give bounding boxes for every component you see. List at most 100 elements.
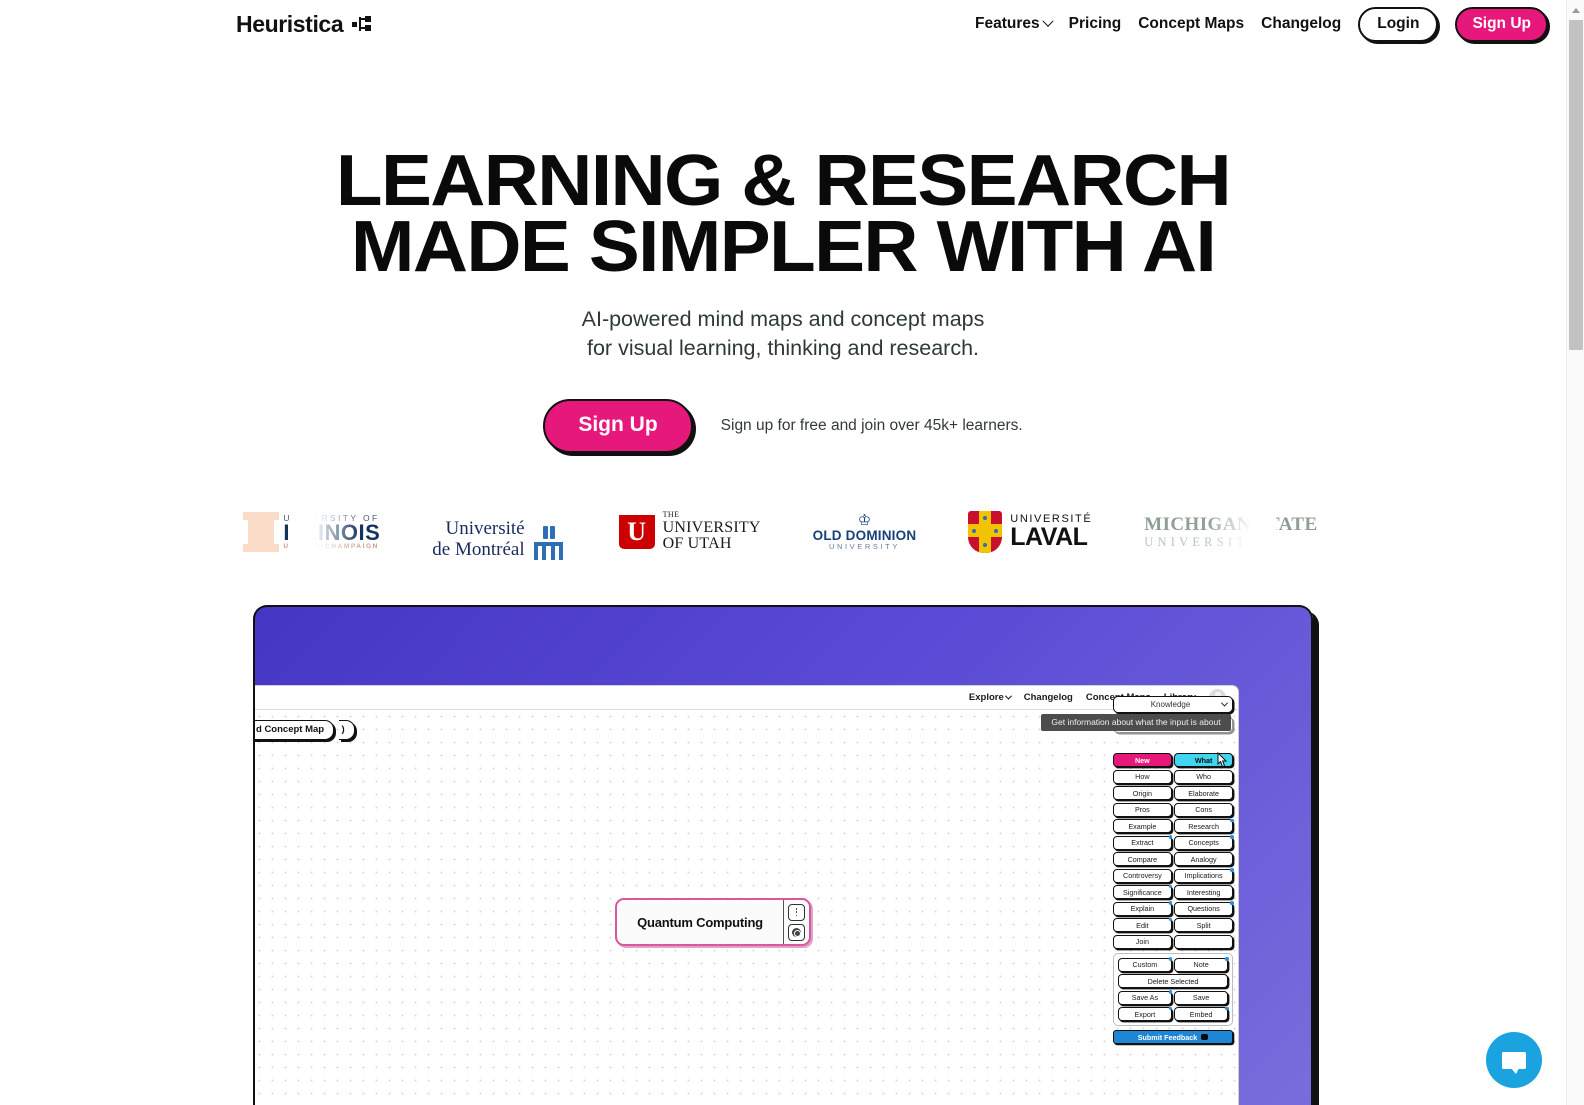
tool-button-explain[interactable]: Explain — [1113, 901, 1173, 916]
group-button-note[interactable]: Note — [1174, 957, 1229, 972]
knowledge-select[interactable]: Knowledge — [1113, 696, 1233, 714]
tool-button-label: Interesting — [1186, 887, 1221, 897]
tool-button-label: What — [1194, 755, 1213, 765]
node-menu-icon[interactable] — [788, 903, 805, 921]
tool-button-label: Save — [1192, 993, 1210, 1003]
tool-button-research[interactable]: Research — [1174, 818, 1234, 834]
tool-button-label: Controversy — [1123, 871, 1162, 881]
mouse-cursor-icon — [1217, 752, 1228, 768]
tool-button-pros[interactable]: Pros — [1113, 802, 1172, 817]
tool-button-compare[interactable]: Compare — [1113, 852, 1172, 867]
login-button[interactable]: Login — [1358, 6, 1439, 42]
tool-button-label: Compare — [1127, 854, 1158, 864]
tool-button-label: Significance — [1122, 887, 1162, 897]
nav-item-changelog[interactable]: Changelog — [1261, 15, 1341, 33]
tool-button-implications[interactable]: Implications — [1174, 868, 1234, 883]
premium-dot-icon — [1168, 1006, 1173, 1011]
group-button-delete-selected[interactable]: Delete Selected — [1118, 974, 1228, 989]
tool-button-elaborate[interactable]: Elaborate — [1174, 786, 1233, 801]
concept-node-quantum-computing[interactable]: Quantum Computing — [615, 898, 811, 947]
chevron-down-icon — [1042, 15, 1054, 27]
node-graph-icon — [352, 15, 372, 32]
tool-button-label: Embed — [1189, 1009, 1213, 1019]
submit-feedback-button[interactable]: Submit Feedback — [1113, 1030, 1233, 1045]
logo-universite-de-montreal: Université de Montréal — [432, 504, 567, 561]
scrollbar-up-arrow[interactable] — [1567, 2, 1584, 18]
tool-button-significance[interactable]: Significance — [1113, 884, 1173, 900]
tool-button-label: Delete Selected — [1147, 976, 1199, 986]
tool-button-label: Questions — [1187, 904, 1220, 914]
group-button-custom[interactable]: Custom — [1118, 957, 1173, 972]
app-nav-item-explore[interactable]: Explore — [968, 692, 1012, 704]
tool-button-new[interactable]: New — [1113, 753, 1172, 768]
tool-button-cons[interactable]: Cons — [1174, 802, 1233, 817]
tool-button-label: Origin — [1132, 788, 1152, 798]
signup-button-nav[interactable]: Sign Up — [1455, 6, 1548, 42]
tool-button-how[interactable]: How — [1113, 769, 1172, 784]
concept-map-canvas[interactable]: d Concept Map ) Quantum Computing Knowle… — [255, 696, 1238, 1105]
tool-button-label: Save As — [1131, 993, 1159, 1003]
montreal-crest-icon — [531, 526, 567, 561]
group-button-save-as[interactable]: Save As — [1118, 990, 1173, 1005]
tool-button-interesting[interactable]: Interesting — [1174, 885, 1233, 900]
concept-node-tools — [783, 900, 809, 945]
tool-button-join[interactable]: Join — [1113, 934, 1172, 949]
tool-button-empty-23 — [1174, 934, 1233, 949]
page-scrollbar[interactable] — [1566, 0, 1584, 1105]
hero-subtitle-line2: for visual learning, thinking and resear… — [587, 335, 979, 360]
michigan-state-line1: MICHIGAN STATE — [1144, 513, 1318, 535]
tool-button-extract[interactable]: Extract — [1113, 835, 1173, 850]
university-logo-carousel: UNIVERSITY OF ILLINOIS URBANA-CHAMPAIGN … — [0, 495, 1566, 570]
group-button-save[interactable]: Save — [1174, 990, 1228, 1005]
hero-title-line2: MADE SIMPLER WITH AI — [350, 206, 1217, 287]
premium-dot-icon — [1229, 868, 1234, 872]
nav-item-features[interactable]: Features — [975, 15, 1054, 33]
group-button-export[interactable]: Export — [1118, 1006, 1173, 1022]
montreal-line2: de Montréal — [432, 538, 525, 560]
chevron-down-icon — [1004, 692, 1012, 700]
group-button-embed[interactable]: Embed — [1174, 1006, 1229, 1022]
app-nav-item-explore-label: Explore — [968, 692, 1004, 704]
tool-button-analogy[interactable]: Analogy — [1174, 852, 1233, 867]
tool-button-label: Research — [1188, 821, 1219, 831]
utah-u-mark-icon: U — [618, 515, 655, 550]
tool-button-controversy[interactable]: Controversy — [1113, 868, 1172, 883]
hero-section: LEARNING & RESEARCH MADE SIMPLER WITH AI… — [0, 48, 1566, 454]
tool-button-split[interactable]: Split — [1174, 918, 1233, 933]
app-nav-item-changelog[interactable]: Changelog — [1024, 692, 1073, 703]
tool-button-label: Join — [1135, 937, 1149, 947]
tool-button-label: New — [1134, 755, 1150, 765]
premium-dot-icon — [1229, 818, 1234, 823]
tool-button-label: Cons — [1195, 805, 1213, 815]
logo-old-dominion-university: ♔ OLD DOMINION UNIVERSITY — [813, 504, 917, 560]
tool-button-concepts[interactable]: Concepts — [1174, 835, 1234, 850]
premium-dot-icon — [1168, 957, 1173, 961]
tool-button-label: Export — [1134, 1009, 1156, 1019]
knowledge-select-value: Knowledge — [1150, 700, 1191, 710]
tool-button-label: Split — [1196, 920, 1211, 930]
tool-button-group: Custom Note Delete Selected Save As Save Expo… — [1113, 952, 1233, 1027]
node-palette-icon[interactable] — [788, 923, 805, 941]
tool-button-label: Implications — [1184, 871, 1223, 881]
tool-button-edit[interactable]: Edit — [1113, 917, 1173, 933]
tool-button-origin[interactable]: Origin — [1113, 786, 1172, 801]
premium-dot-icon — [1229, 835, 1234, 839]
brand-name: Heuristica — [236, 10, 344, 37]
michigan-state-line2: UNIVERSITY — [1144, 534, 1262, 549]
canvas-left-button-concept-map[interactable]: d Concept Map — [255, 720, 335, 741]
canvas-left-button-secondary[interactable]: ) — [338, 720, 355, 741]
nav-item-concept-maps[interactable]: Concept Maps — [1138, 15, 1244, 33]
tool-button-label: Elaborate — [1188, 788, 1220, 798]
brand-logo[interactable]: Heuristica — [236, 11, 372, 38]
nav-item-pricing[interactable]: Pricing — [1069, 15, 1122, 33]
chat-widget-button[interactable] — [1486, 1032, 1542, 1088]
old-dominion-crown-icon: ♔ — [857, 511, 872, 529]
old-dominion-line1: OLD DOMINION — [812, 527, 917, 543]
tool-button-questions[interactable]: Questions — [1174, 901, 1234, 916]
tool-button-label: Concepts — [1188, 838, 1219, 848]
signup-button-hero[interactable]: Sign Up — [543, 399, 693, 454]
scrollbar-thumb[interactable] — [1569, 20, 1583, 350]
tool-group-grid: Custom Note Delete Selected Save As Save Expo… — [1118, 957, 1229, 1022]
tool-button-example[interactable]: Example — [1113, 819, 1172, 834]
illinois-line-mid: ILLINOIS — [283, 520, 381, 546]
